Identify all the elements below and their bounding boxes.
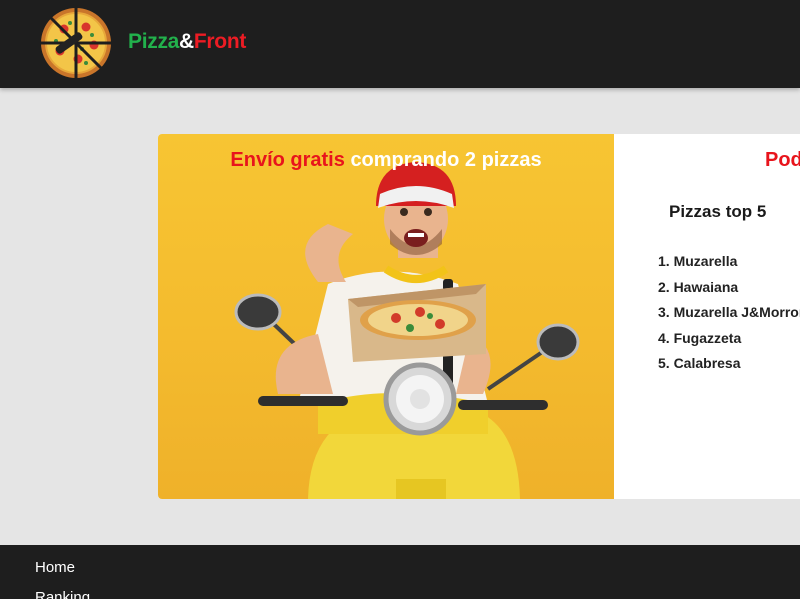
top-pizzas-list: 1. Muzarella 2. Hawaiana 3. Muzarella J&… xyxy=(658,251,800,379)
brand-part-front: Front xyxy=(193,30,247,53)
list-item: 3. Muzarella J&Morron xyxy=(658,304,800,320)
brand-name[interactable]: Pizza&Front xyxy=(128,30,246,54)
promo-title-part2: comprando xyxy=(350,149,460,171)
promo-title-part1: Envío gratis xyxy=(230,149,345,171)
list-item: 4. Fugazzeta xyxy=(658,329,742,346)
promo-card: Envío gratis comprando 2 pizzas Pod Pizz… xyxy=(158,134,800,499)
list-item: 2. Hawaiana xyxy=(658,278,739,295)
brand-part-pizza: Pizza xyxy=(128,30,180,53)
panel-title: Pod xyxy=(765,149,800,171)
footer-link-ranking[interactable]: Ranking xyxy=(35,589,90,599)
brand-part-ampersand: & xyxy=(179,30,194,53)
pizza-logo-icon[interactable] xyxy=(34,5,118,81)
delivery-man-scooter-image xyxy=(234,162,580,499)
list-item: 1. Muzarella xyxy=(658,253,738,269)
promo-title: Envío gratis comprando 2 pizzas xyxy=(158,149,614,172)
top-pizzas-panel: Pod Pizzas top 5 1. Muzarella 2. Hawaian… xyxy=(614,134,800,499)
top-pizzas-heading: Pizzas top 5 xyxy=(669,202,767,221)
promo-banner[interactable]: Envío gratis comprando 2 pizzas xyxy=(158,134,614,499)
top-navbar: Pizza&Front xyxy=(0,0,800,88)
promo-title-part3: 2 pizzas xyxy=(464,149,542,171)
footer: Home Ranking xyxy=(0,545,800,599)
list-item: 5. Calabresa xyxy=(658,355,741,371)
footer-link-home[interactable]: Home xyxy=(35,559,75,576)
